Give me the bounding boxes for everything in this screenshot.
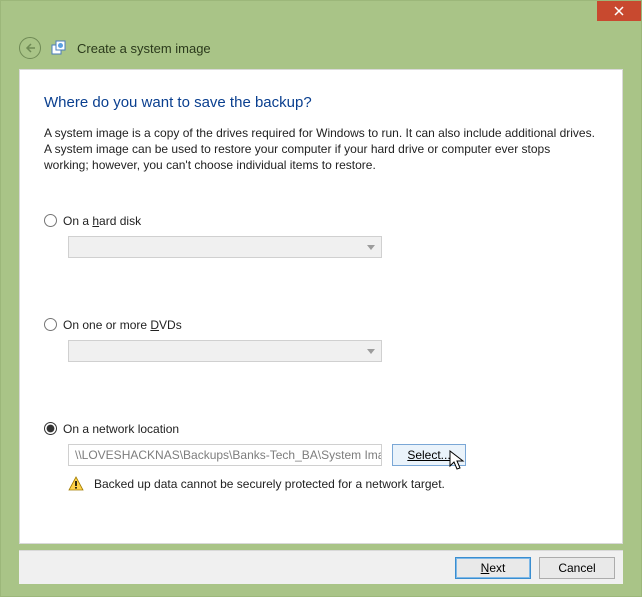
window-title: Create a system image bbox=[77, 41, 211, 56]
radio-hard-disk[interactable]: On a hard disk bbox=[44, 214, 598, 228]
footer: Next Cancel bbox=[19, 550, 623, 584]
option-network: On a network location \\LOVESHACKNAS\Bac… bbox=[44, 422, 598, 492]
content-panel: Where do you want to save the backup? A … bbox=[19, 69, 623, 544]
radio-network-input[interactable] bbox=[44, 422, 57, 435]
select-button[interactable]: Select... bbox=[392, 444, 466, 466]
back-arrow-icon bbox=[24, 42, 36, 54]
radio-dvds-input[interactable] bbox=[44, 318, 57, 331]
radio-network-label: On a network location bbox=[63, 422, 179, 436]
radio-dvds[interactable]: On one or more DVDs bbox=[44, 318, 598, 332]
option-hard-disk: On a hard disk bbox=[44, 214, 598, 258]
page-heading: Where do you want to save the backup? bbox=[44, 94, 598, 111]
page-description: A system image is a copy of the drives r… bbox=[44, 125, 598, 174]
hard-disk-combo[interactable] bbox=[68, 236, 382, 258]
close-icon bbox=[614, 6, 624, 16]
next-button[interactable]: Next bbox=[455, 557, 531, 579]
radio-hard-disk-label: On a hard disk bbox=[63, 214, 141, 228]
dvds-combo[interactable] bbox=[68, 340, 382, 362]
wizard-window: Create a system image Where do you want … bbox=[0, 0, 642, 597]
system-image-icon bbox=[51, 40, 67, 56]
close-button[interactable] bbox=[597, 1, 641, 21]
radio-dvds-label: On one or more DVDs bbox=[63, 318, 182, 332]
network-warning-text: Backed up data cannot be securely protec… bbox=[94, 477, 445, 491]
back-button[interactable] bbox=[19, 37, 41, 59]
header: Create a system image bbox=[19, 35, 623, 61]
network-path-field[interactable]: \\LOVESHACKNAS\Backups\Banks-Tech_BA\Sys… bbox=[68, 444, 382, 466]
warning-icon bbox=[68, 476, 84, 492]
radio-hard-disk-input[interactable] bbox=[44, 214, 57, 227]
cancel-button[interactable]: Cancel bbox=[539, 557, 615, 579]
option-dvds: On one or more DVDs bbox=[44, 318, 598, 362]
network-warning: Backed up data cannot be securely protec… bbox=[68, 476, 598, 492]
radio-network[interactable]: On a network location bbox=[44, 422, 598, 436]
